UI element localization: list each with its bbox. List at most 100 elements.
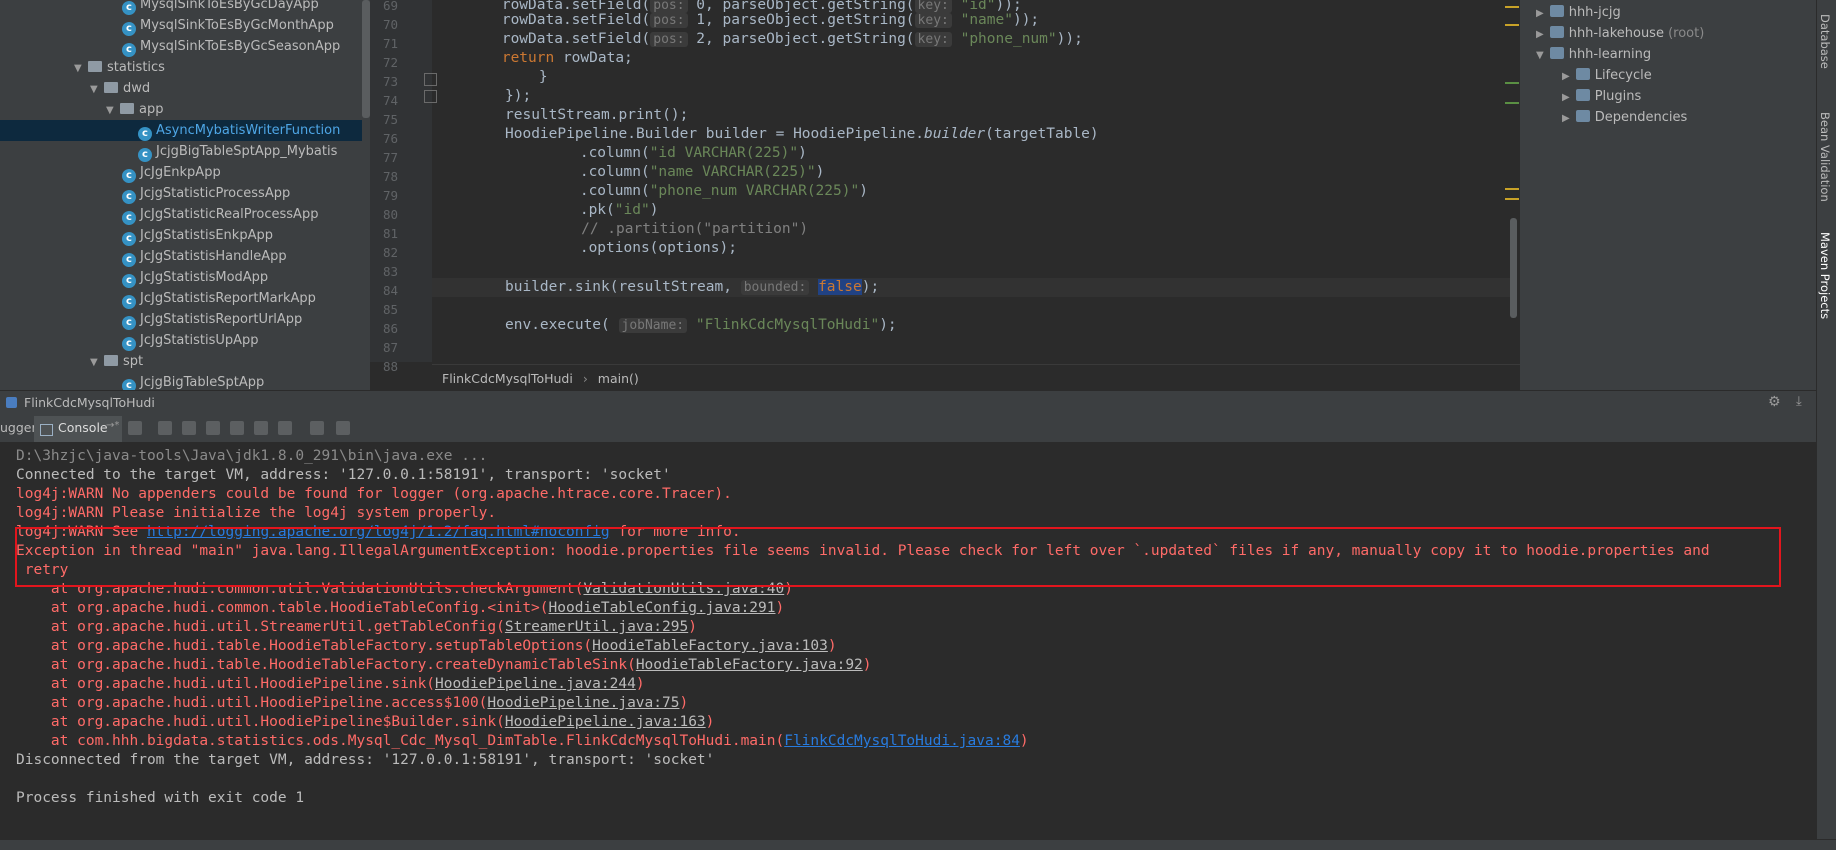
line-number: 88 [382, 359, 398, 374]
code-line-79: .column("phone_num VARCHAR(225)") [510, 183, 868, 199]
tree-item-label: JcJgStatistisModApp [140, 270, 269, 285]
breadcrumb-method[interactable]: main() [598, 371, 639, 386]
hide-panel-icon[interactable]: ⤓ [1796, 394, 1802, 409]
tree-item-label: JcjgBigTableSptApp_Mybatis [156, 144, 338, 159]
code-line-76: HoodiePipeline.Builder builder = HoodieP… [505, 126, 1099, 142]
chevron-down-icon[interactable]: ▼ [1536, 50, 1544, 61]
class-icon: c [122, 43, 136, 57]
maven-item-suffix: (root) [1663, 26, 1705, 41]
bean-validation-tab[interactable]: Bean Validation [1818, 112, 1832, 202]
tree-item-label: JcjgStatisticProcessApp [140, 186, 291, 201]
tree-item-label: JcjgBigTableSptApp [140, 375, 265, 390]
console-line[interactable]: D:\3hzjc\java-tools\Java\jdk1.8.0_291\bi… [16, 447, 487, 466]
step-into-icon[interactable] [182, 421, 196, 435]
maven-item[interactable]: ▶ Lifecycle [1562, 65, 1652, 86]
breadcrumb: FlinkCdcMysqlToHudi › main() [432, 364, 1520, 393]
expand-arrow-icon[interactable]: ▼ [90, 79, 104, 100]
breadcrumb-file[interactable]: FlinkCdcMysqlToHudi [442, 371, 573, 386]
source-link[interactable]: HoodiePipeline.java:163 [505, 714, 706, 730]
database-tab[interactable]: Database [1818, 14, 1832, 69]
tree-item-label: AsyncMybatisWriterFunction [156, 123, 341, 138]
line-number: 85 [382, 302, 398, 317]
maven-folder-icon [1575, 68, 1590, 80]
maven-item-label: hhh-lakehouse [1568, 26, 1664, 41]
tree-item-label: MysqlSinkToEsByGcSeasonApp [140, 39, 341, 54]
maven-item[interactable]: ▶ hhh-lakehouse (root) [1536, 23, 1704, 44]
code-line-77: .column("id VARCHAR(225)") [510, 145, 807, 161]
run-to-cursor-icon[interactable] [278, 421, 292, 435]
class-icon: c [122, 190, 136, 204]
expand-arrow-icon[interactable]: ▼ [90, 352, 104, 373]
code-line-74: }); [505, 88, 532, 104]
drop-frame-icon[interactable] [254, 421, 268, 435]
editor-scrollbar[interactable] [1510, 218, 1517, 318]
scroll-icon[interactable] [128, 421, 142, 435]
console-line: log4j:WARN Please initialize the log4j s… [16, 505, 497, 521]
fold-icon[interactable] [424, 90, 437, 103]
class-icon: c [122, 253, 136, 267]
line-number: 69 [382, 0, 398, 13]
maven-item-label: Plugins [1594, 89, 1642, 104]
maven-item[interactable]: ▶ Plugins [1562, 86, 1641, 107]
step-over-icon[interactable] [158, 421, 172, 435]
project-tree-scrollbar[interactable] [362, 0, 370, 118]
tree-item-label: JcJgStatistisUpApp [140, 333, 259, 348]
warning-marker[interactable] [1505, 198, 1519, 200]
force-step-icon[interactable] [206, 421, 220, 435]
source-link[interactable]: StreamerUtil.java:295 [505, 619, 688, 635]
code-line-71: rowData.setField(pos: 2, parseObject.get… [432, 31, 1083, 47]
maven-projects-tab[interactable]: Maven Projects [1818, 232, 1832, 319]
status-bar [0, 839, 1836, 850]
source-link[interactable]: HoodieTableFactory.java:92 [636, 657, 863, 673]
source-link[interactable]: HoodiePipeline.java:75 [487, 695, 679, 711]
fold-icon[interactable] [424, 73, 437, 86]
maven-folder-icon [1575, 110, 1590, 122]
maven-module-icon [1549, 5, 1564, 17]
stack-frame: at org.apache.hudi.table.HoodieTableFact… [16, 638, 837, 654]
layout-icon[interactable] [336, 421, 350, 435]
folder-icon [104, 355, 118, 366]
tree-item-label: app [139, 102, 164, 117]
tree-item[interactable]: c AsyncMybatisWriterFunction [0, 120, 362, 141]
maven-item[interactable]: ▶ hhh-jcjg [1536, 2, 1621, 23]
warning-marker[interactable] [1505, 6, 1519, 8]
folder-icon [88, 61, 102, 72]
tree-item-label: spt [123, 354, 144, 369]
source-link[interactable]: HoodieTableFactory.java:103 [592, 638, 828, 654]
maven-item-label: hhh-learning [1568, 47, 1652, 62]
warning-marker[interactable] [1505, 188, 1519, 190]
source-link[interactable]: HoodieTableConfig.java:291 [549, 600, 776, 616]
expand-arrow-icon[interactable]: ▼ [106, 100, 120, 121]
tree-item-label: JcJgStatisticRealProcessApp [140, 207, 319, 222]
source-link[interactable]: HoodiePipeline.java:244 [435, 676, 636, 692]
maven-item[interactable]: ▼ hhh-learning [1536, 44, 1651, 65]
logger-tab[interactable]: ugger [0, 420, 37, 435]
class-icon: c [138, 127, 152, 141]
class-icon: c [122, 295, 136, 309]
class-icon: c [122, 232, 136, 246]
class-icon: c [122, 274, 136, 288]
folder-icon [120, 103, 134, 114]
chevron-right-icon[interactable]: ▶ [1562, 113, 1570, 124]
run-config-title[interactable]: FlinkCdcMysqlToHudi [24, 395, 155, 410]
gear-icon[interactable]: ⚙ [1768, 394, 1781, 410]
chevron-right-icon[interactable]: ▶ [1562, 71, 1570, 82]
stack-frame: at com.hhh.bigdata.statistics.ods.Mysql_… [16, 733, 1029, 749]
warning-marker[interactable] [1505, 24, 1519, 26]
code-line-75: resultStream.print(); [505, 107, 689, 123]
chevron-right-icon[interactable]: ▶ [1536, 8, 1544, 19]
console-tab[interactable]: Console [58, 420, 108, 435]
chevron-right-icon[interactable]: ▶ [1536, 29, 1544, 40]
class-icon: c [122, 22, 136, 36]
change-marker[interactable] [1505, 102, 1519, 104]
expand-arrow-icon[interactable]: ▼ [74, 58, 88, 79]
step-out-icon[interactable] [230, 421, 244, 435]
tree-item-label: MysqlSinkToEsByGcMonthApp [140, 18, 334, 33]
source-link[interactable]: FlinkCdcMysqlToHudi.java:84 [784, 733, 1020, 749]
change-marker[interactable] [1505, 82, 1519, 84]
line-number: 79 [382, 188, 398, 203]
console-line: Connected to the target VM, address: '12… [16, 467, 671, 483]
chevron-right-icon[interactable]: ▶ [1562, 92, 1570, 103]
maven-item[interactable]: ▶ Dependencies [1562, 107, 1687, 128]
evaluate-icon[interactable] [310, 421, 324, 435]
